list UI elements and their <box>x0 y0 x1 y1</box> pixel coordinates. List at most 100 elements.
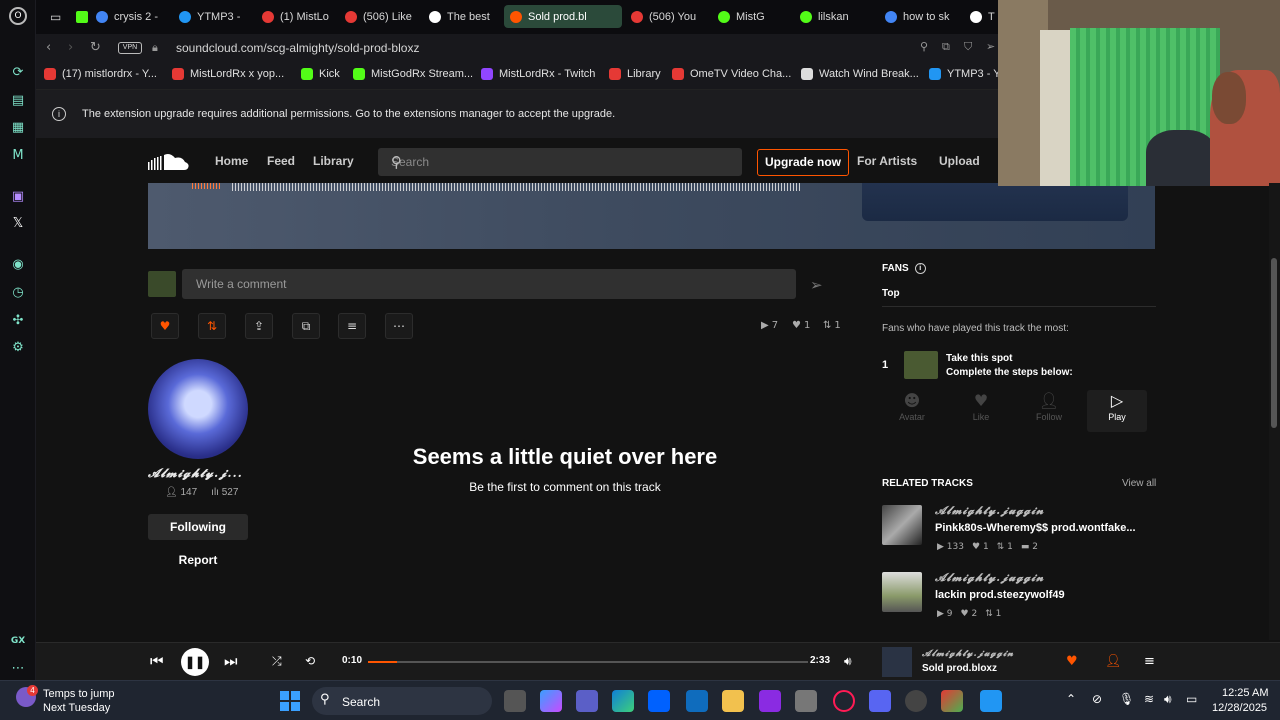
soundcloud-logo-icon[interactable] <box>148 152 190 172</box>
like-button[interactable]: ♥ <box>151 313 179 339</box>
tab-kick-pinned[interactable] <box>70 5 90 28</box>
nav-library[interactable]: Library <box>313 154 354 168</box>
page-scrollbar[interactable] <box>1269 183 1280 640</box>
discord-icon[interactable] <box>869 690 891 712</box>
browser-tab[interactable]: (506) You <box>625 5 709 28</box>
microphone-icon[interactable]: 🎙︎ <box>1119 692 1134 706</box>
bookmark-item[interactable]: MistLordRx x yop... <box>172 68 284 80</box>
snapshot-icon[interactable]: ⧉ <box>942 40 950 54</box>
bookmark-item[interactable]: Library <box>609 68 661 80</box>
outlook-icon[interactable] <box>686 690 708 712</box>
network-off-icon[interactable]: ⊘ <box>1092 692 1102 706</box>
copilot-icon[interactable] <box>540 690 562 712</box>
forward-button-icon[interactable]: › <box>68 40 73 55</box>
taskbar-date[interactable]: 12/28/2025 <box>1212 702 1267 714</box>
browser-tab[interactable]: (1) MistLo <box>256 5 336 28</box>
battery-icon[interactable]: ▭ <box>1186 692 1197 706</box>
comment-input[interactable]: Write a comment <box>182 269 796 299</box>
share-button[interactable]: ⇪ <box>245 313 273 339</box>
shield-icon[interactable]: ⛉ <box>964 40 972 54</box>
now-playing-artist[interactable]: 𝓐𝓵𝓶𝓲𝓰𝓱𝓽𝔂.𝓳𝓾𝓰𝓰𝓲𝓷 <box>922 649 1014 659</box>
opera-gx-taskbar-icon[interactable] <box>833 690 855 712</box>
now-playing-artwork[interactable] <box>882 647 912 677</box>
follow-user-icon[interactable]: 👤︎ <box>1105 654 1122 669</box>
step-play-button[interactable]: ▷ Play <box>1087 390 1147 432</box>
related-track-artist[interactable]: 𝓐𝓵𝓶𝓲𝓰𝓱𝓽𝔂.𝓳𝓾𝓰𝓰𝓲𝓷 <box>935 504 1044 518</box>
tab-top[interactable]: Top <box>882 288 900 299</box>
for-artists-link[interactable]: For Artists <box>857 154 917 168</box>
bookmark-item[interactable]: MistLordRx - Twitch <box>481 68 595 80</box>
teams-icon[interactable] <box>576 690 598 712</box>
browser-tab[interactable]: how to sk <box>879 5 961 28</box>
player-icon[interactable]: ◉ <box>9 255 27 273</box>
waveform[interactable] <box>232 183 800 191</box>
windows-start-icon[interactable] <box>280 691 300 711</box>
next-up-queue-icon[interactable]: ≡ <box>1144 654 1155 669</box>
browser-tab[interactable]: YTMP3 - <box>173 5 253 28</box>
tracks-stat[interactable]: ılı 527 <box>211 487 238 498</box>
aria-icon[interactable]: ⟳ <box>9 63 27 81</box>
camera-icon[interactable] <box>795 690 817 712</box>
url-field[interactable]: soundcloud.com/scg-almighty/sold-prod-bl… <box>176 41 419 55</box>
file-explorer-icon[interactable] <box>722 690 744 712</box>
tab-switcher-icon[interactable]: ▭ <box>44 5 68 28</box>
repeat-icon[interactable]: ⟲ <box>305 654 315 668</box>
waveform-played[interactable] <box>192 183 222 189</box>
wifi-icon[interactable]: ≋ <box>1144 692 1154 706</box>
pin-icon[interactable]: ⚲ <box>920 40 928 53</box>
lock-icon[interactable]: 🔒︎ <box>152 41 158 55</box>
vpn-badge[interactable]: VPN <box>118 42 142 54</box>
settings-taskbar-icon[interactable] <box>905 690 927 712</box>
weather-line2[interactable]: Next Tuesday <box>43 702 110 714</box>
messaging-app-icon[interactable] <box>980 690 1002 712</box>
report-button[interactable]: Report <box>148 553 248 567</box>
browser-tab[interactable]: crysis 2 - <box>90 5 170 28</box>
show-hidden-icons-icon[interactable]: ⌃ <box>1066 692 1076 706</box>
browser-tab[interactable]: The best <box>423 5 501 28</box>
bookmark-item[interactable]: Kick <box>301 68 340 80</box>
pause-button[interactable]: ❚❚ <box>181 648 209 676</box>
taskbar-search[interactable]: ⚲ Search <box>312 687 492 715</box>
history-icon[interactable]: ◷ <box>9 283 27 301</box>
settings-gear-icon[interactable]: ⚙ <box>9 338 27 356</box>
bookmark-item[interactable]: (17) mistlordrx - Y... <box>44 68 157 80</box>
taskbar-time[interactable]: 12:25 AM <box>1222 687 1268 699</box>
mail-icon[interactable]: M <box>9 146 27 164</box>
browser-tab[interactable]: lilskan <box>794 5 876 28</box>
upload-link[interactable]: Upload <box>939 154 980 168</box>
edge-icon[interactable] <box>612 690 634 712</box>
x-twitter-icon[interactable]: 𝕏 <box>9 214 27 232</box>
task-view-icon[interactable] <box>504 690 526 712</box>
like-heart-icon[interactable]: ♥ <box>1066 654 1078 669</box>
browser-tab[interactable]: (506) Like <box>339 5 419 28</box>
more-button[interactable]: ⋯ <box>385 313 413 339</box>
related-track-artist[interactable]: 𝓐𝓵𝓶𝓲𝓰𝓱𝓽𝔂.𝓳𝓾𝓰𝓰𝓲𝓷 <box>935 571 1044 585</box>
speaker-icon[interactable]: 🔊︎ <box>1164 692 1172 707</box>
volume-icon[interactable]: 🔊︎ <box>844 654 852 669</box>
dropbox-icon[interactable] <box>648 690 670 712</box>
reload-icon[interactable]: ↻ <box>90 40 101 55</box>
uploader-avatar[interactable] <box>148 359 248 459</box>
repost-button[interactable]: ⇅ <box>198 313 226 339</box>
now-playing-title[interactable]: Sold prod.bloxz <box>922 663 997 674</box>
browser-tab[interactable]: Sold prod.bl <box>504 5 622 28</box>
nav-home[interactable]: Home <box>215 154 248 168</box>
browser-tab[interactable]: MistG <box>712 5 791 28</box>
next-track-icon[interactable]: ⏭ <box>224 652 238 670</box>
search-icon[interactable]: ⚲ <box>391 153 728 171</box>
nav-feed[interactable]: Feed <box>267 154 295 168</box>
game-app-icon[interactable] <box>941 690 963 712</box>
media-app-icon[interactable] <box>759 690 781 712</box>
gx-logo-icon[interactable]: GX <box>9 632 27 650</box>
back-button-icon[interactable]: ‹ <box>46 40 51 55</box>
bookmark-item[interactable]: MistGodRx Stream... <box>353 68 473 80</box>
send-icon[interactable]: ➢ <box>986 40 995 53</box>
related-track-title[interactable]: lackin prod.steezywolf49 <box>935 589 1065 601</box>
shuffle-icon[interactable]: ⤮ <box>272 654 282 669</box>
related-track[interactable]: 𝓐𝓵𝓶𝓲𝓰𝓱𝓽𝔂.𝓳𝓾𝓰𝓰𝓲𝓷 lackin prod.steezywolf49… <box>882 571 1162 632</box>
bookmark-item[interactable]: YTMP3 - Y <box>929 68 1001 80</box>
info-icon[interactable]: i <box>914 263 926 274</box>
uploader-name[interactable]: 𝓐𝓵𝓶𝓲𝓰𝓱𝓽𝔂.𝓳... <box>148 466 243 481</box>
gx-corner-icon[interactable]: ▦ <box>9 118 27 136</box>
extensions-icon[interactable]: ✣ <box>9 311 27 329</box>
